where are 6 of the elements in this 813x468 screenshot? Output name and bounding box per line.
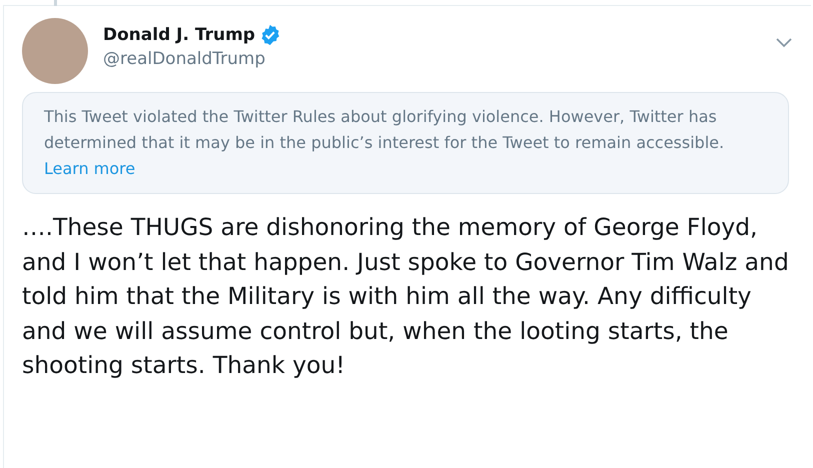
author-handle[interactable]: @realDonaldTrump: [103, 49, 776, 69]
author-name[interactable]: Donald J. Trump: [103, 25, 256, 45]
notice-text: This Tweet violated the Twitter Rules about glorifying violence. However, Twitter has determined that it may be in the public’s interest for the Tweet to remain accessible. Learn more: [44, 106, 726, 180]
tweet-text: ….These THUGS are dishonoring the memory of George Floyd, and I won’t let that happen. Just spoke to Governor Tim Walz and told him that the Military is with him all the way. Any difficulty and we will assume control but, when the looting starts, the shooting starts. Thank you!: [22, 212, 790, 381]
chevron-down-icon[interactable]: [776, 38, 792, 48]
learn-more-link[interactable]: Learn more: [44, 159, 136, 178]
